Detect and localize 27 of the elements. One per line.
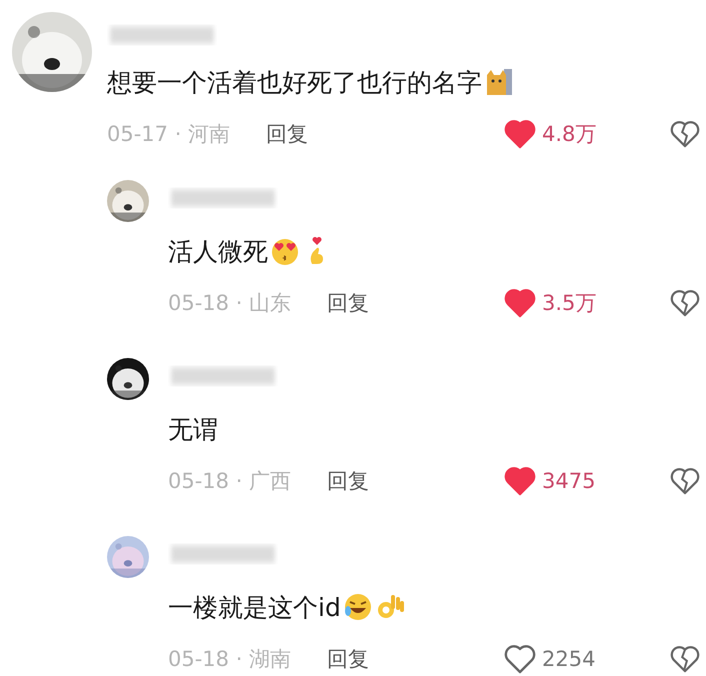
- like-count: 3.5万: [542, 290, 596, 317]
- reply-link[interactable]: 回复: [266, 120, 308, 148]
- broken-heart-icon[interactable]: [670, 120, 700, 148]
- date-location: 05-18 · 山东: [168, 290, 292, 317]
- heart-eyes-face-icon: [270, 236, 300, 266]
- broken-heart-icon[interactable]: [670, 289, 700, 317]
- date-location: 05-17 · 河南: [107, 121, 230, 148]
- like-count: 4.8万: [542, 121, 596, 148]
- comment-text: 一楼就是这个id: [168, 592, 341, 624]
- like-count: 3475: [542, 469, 596, 493]
- cat-icon: [484, 67, 514, 97]
- like-heart-icon[interactable]: [504, 119, 536, 149]
- laughing-face-icon: [342, 592, 373, 622]
- date-location: 05-18 · 广西: [168, 468, 292, 495]
- broken-heart-icon[interactable]: [670, 645, 700, 673]
- comment-text: 想要一个活着也好死了也行的名字: [107, 66, 482, 98]
- like-heart-icon[interactable]: [504, 288, 536, 318]
- like-heart-icon[interactable]: [504, 466, 536, 496]
- reply-link[interactable]: 回复: [327, 289, 370, 317]
- broken-heart-icon[interactable]: [670, 467, 700, 495]
- date-location: 05-18 · 湖南: [168, 646, 292, 673]
- comment-text: 活人微死: [168, 236, 268, 268]
- like-count: 2254: [542, 647, 596, 671]
- comment-text: 无谓: [168, 414, 218, 446]
- reply-link[interactable]: 回复: [327, 467, 370, 495]
- like-heart-icon[interactable]: [504, 644, 536, 674]
- reply-link[interactable]: 回复: [327, 645, 370, 673]
